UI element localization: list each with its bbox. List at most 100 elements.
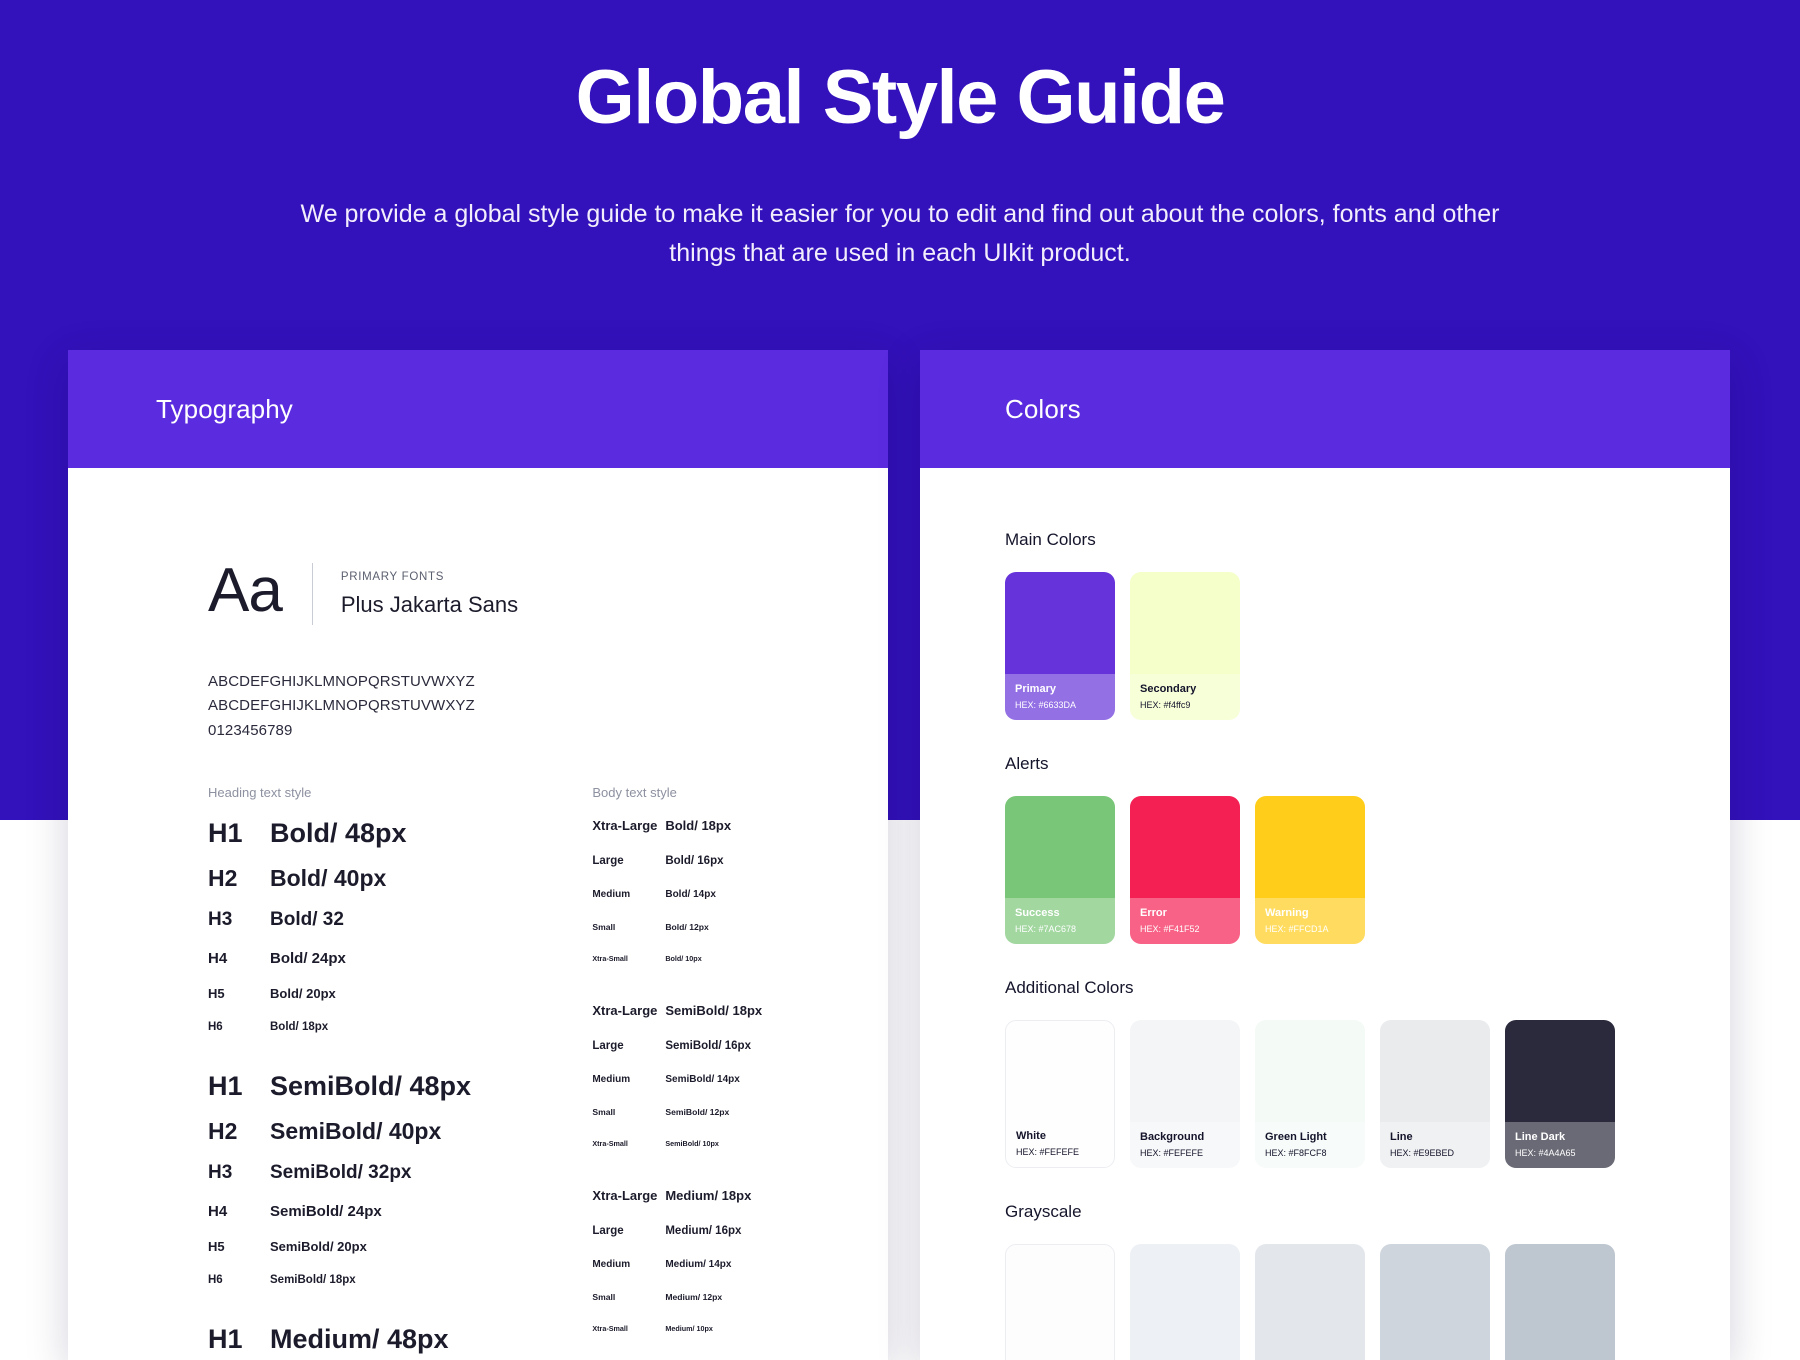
type-tag: Xtra-Large <box>592 1188 665 1203</box>
color-swatch-info: LineHEX: #E9EBED <box>1380 1122 1490 1168</box>
type-tag: Large <box>592 1040 665 1052</box>
type-row: LargeSemiBold/ 16px <box>592 1040 888 1052</box>
typography-panel-body: Aa PRIMARY FONTS Plus Jakarta Sans ABCDE… <box>68 468 888 1360</box>
color-swatch-hex: HEX: #FEFEFE <box>1140 1146 1240 1160</box>
type-row: Xtra-LargeMedium/ 18px <box>592 1188 888 1203</box>
type-value: SemiBold/ 24px <box>270 1203 382 1220</box>
color-swatch[interactable]: SuccessHEX: #7AC678 <box>1005 796 1115 944</box>
type-row: Xtra-SmallBold/ 10px <box>592 954 888 963</box>
type-tag: H6 <box>208 1021 270 1033</box>
color-swatch[interactable]: PrimaryHEX: #6633DA <box>1005 572 1115 720</box>
type-row: H1SemiBold/ 48px <box>208 1071 592 1102</box>
color-swatch[interactable]: WhiteHEX: #FEFEFE <box>1005 1020 1115 1168</box>
color-swatch[interactable]: ErrorHEX: #F41F52 <box>1130 796 1240 944</box>
type-value: Medium/ 16px <box>665 1225 741 1237</box>
color-swatch-info: SuccessHEX: #7AC678 <box>1005 898 1115 944</box>
type-tag: H5 <box>208 1239 270 1254</box>
type-row: SmallSemiBold/ 12px <box>592 1107 888 1117</box>
type-value: Medium/ 10px <box>665 1324 713 1333</box>
color-swatch-hex: HEX: #E9EBED <box>1390 1146 1490 1160</box>
colors-panel-header: Colors <box>920 350 1730 468</box>
type-row: H3SemiBold/ 32px <box>208 1162 592 1184</box>
numerals-line: 0123456789 <box>208 719 888 743</box>
type-value: Bold/ 18px <box>270 1021 328 1033</box>
body-group-bold: Xtra-LargeBold/ 18px LargeBold/ 16px Med… <box>592 818 888 963</box>
color-swatch-name: Line <box>1390 1129 1490 1146</box>
type-value: SemiBold/ 40px <box>270 1118 441 1145</box>
alerts-title: Alerts <box>1005 754 1730 774</box>
type-row: H3Bold/ 32 <box>208 909 592 931</box>
alerts-swatch-row: SuccessHEX: #7AC678 ErrorHEX: #F41F52 Warn… <box>1005 796 1730 944</box>
color-swatch[interactable] <box>1130 1244 1240 1360</box>
color-swatch[interactable] <box>1380 1244 1490 1360</box>
color-swatch-hex: HEX: #4A4A65 <box>1515 1146 1615 1160</box>
type-value: Bold/ 48px <box>270 818 407 849</box>
type-scale-columns: Heading text style H1Bold/ 48px H2Bold/ … <box>68 785 888 1360</box>
type-tag: H6 <box>208 1274 270 1286</box>
alphabet-specimen: ABCDEFGHIJKLMNOPQRSTUVWXYZ ABCDEFGHIJKLM… <box>68 670 888 743</box>
primary-fonts-label: PRIMARY FONTS <box>341 571 518 583</box>
type-tag: H2 <box>208 865 270 892</box>
type-value: Bold/ 24px <box>270 950 346 967</box>
type-tag: Small <box>592 922 665 932</box>
type-value: Bold/ 10px <box>665 954 701 963</box>
type-tag: Xtra-Small <box>592 1324 665 1333</box>
type-row: H2Bold/ 40px <box>208 865 592 892</box>
type-tag: Small <box>592 1107 665 1117</box>
color-swatch[interactable] <box>1005 1244 1115 1360</box>
type-tag: Xtra-Small <box>592 1139 665 1148</box>
type-row: H4Bold/ 24px <box>208 950 592 967</box>
color-swatch[interactable]: SecondaryHEX: #f4ffc9 <box>1130 572 1240 720</box>
additional-colors-section: Additional Colors WhiteHEX: #FEFEFEBackg… <box>1005 978 1730 1168</box>
heading-group-semibold: H1SemiBold/ 48px H2SemiBold/ 40px H3Semi… <box>208 1071 592 1286</box>
type-value: Medium/ 12px <box>665 1292 722 1302</box>
color-swatch-info: Green LightHEX: #F8FCF8 <box>1255 1122 1365 1168</box>
color-swatch-hex: HEX: #FFCD1A <box>1265 922 1365 936</box>
type-value: SemiBold/ 18px <box>665 1003 762 1018</box>
primary-font-name: Plus Jakarta Sans <box>341 592 518 618</box>
color-swatch[interactable]: WarningHEX: #FFCD1A <box>1255 796 1365 944</box>
type-value: SemiBold/ 10px <box>665 1139 719 1148</box>
type-row: MediumBold/ 14px <box>592 889 888 900</box>
color-swatch-name: Secondary <box>1140 681 1240 698</box>
type-value: SemiBold/ 48px <box>270 1071 471 1102</box>
type-tag: Large <box>592 855 665 867</box>
font-sample-glyphs: Aa <box>130 560 312 628</box>
color-swatch[interactable]: LineHEX: #E9EBED <box>1380 1020 1490 1168</box>
color-swatch-name: Warning <box>1265 905 1365 922</box>
color-swatch-info: Line DarkHEX: #4A4A65 <box>1505 1122 1615 1168</box>
color-swatch-hex: HEX: #7AC678 <box>1015 922 1115 936</box>
type-tag: H3 <box>208 909 270 931</box>
type-tag: H1 <box>208 1324 270 1355</box>
type-value: Medium/ 18px <box>665 1188 751 1203</box>
type-value: Medium/ 14px <box>665 1259 731 1270</box>
alphabet-uppercase-line-1: ABCDEFGHIJKLMNOPQRSTUVWXYZ <box>208 670 888 694</box>
color-swatch[interactable]: Green LightHEX: #F8FCF8 <box>1255 1020 1365 1168</box>
additional-colors-title: Additional Colors <box>1005 978 1730 998</box>
type-value: Bold/ 12px <box>665 922 708 932</box>
type-row: H5SemiBold/ 20px <box>208 1239 592 1254</box>
color-swatch-info: WarningHEX: #FFCD1A <box>1255 898 1365 944</box>
color-swatch-name: Green Light <box>1265 1129 1365 1146</box>
color-swatch[interactable] <box>1255 1244 1365 1360</box>
type-row: Xtra-SmallMedium/ 10px <box>592 1324 888 1333</box>
body-group-semibold: Xtra-LargeSemiBold/ 18px LargeSemiBold/ … <box>592 1003 888 1148</box>
type-tag: H4 <box>208 950 270 967</box>
typography-panel-title: Typography <box>156 394 293 425</box>
type-value: Bold/ 40px <box>270 865 386 892</box>
color-swatch[interactable] <box>1505 1244 1615 1360</box>
type-tag: Xtra-Large <box>592 1003 665 1018</box>
type-row: LargeBold/ 16px <box>592 855 888 867</box>
type-tag: Medium <box>592 889 665 900</box>
color-swatch-hex: HEX: #6633DA <box>1015 698 1115 712</box>
typography-panel-header: Typography <box>68 350 888 468</box>
type-row: LargeMedium/ 16px <box>592 1225 888 1237</box>
color-swatch[interactable]: BackgroundHEX: #FEFEFE <box>1130 1020 1240 1168</box>
type-tag: Small <box>592 1292 665 1302</box>
color-swatch[interactable]: Line DarkHEX: #4A4A65 <box>1505 1020 1615 1168</box>
color-swatch-hex: HEX: #f4ffc9 <box>1140 698 1240 712</box>
grayscale-swatch-row <box>1005 1244 1730 1360</box>
color-swatch-hex: HEX: #F41F52 <box>1140 922 1240 936</box>
color-swatch-info: SecondaryHEX: #f4ffc9 <box>1130 674 1240 720</box>
type-value: Bold/ 32 <box>270 909 344 931</box>
